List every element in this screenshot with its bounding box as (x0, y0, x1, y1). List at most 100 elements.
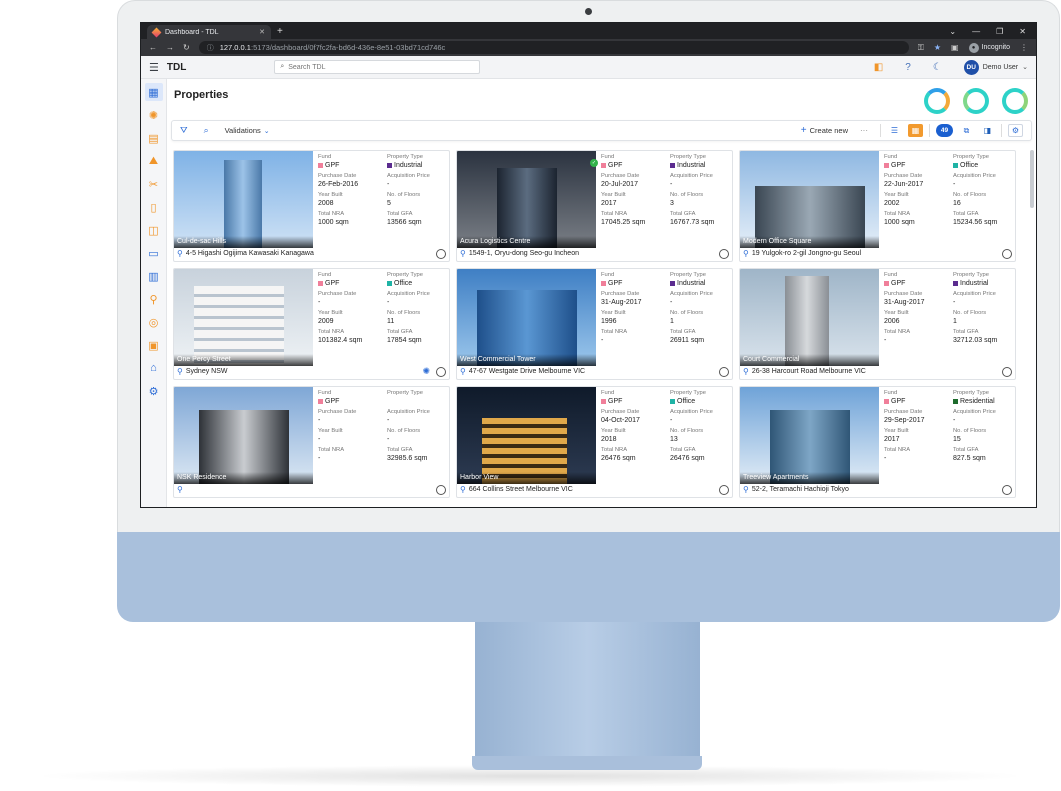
site-info-icon[interactable]: ⓘ (207, 43, 214, 53)
sidebar-item-calendar[interactable]: ▣ (145, 336, 163, 354)
help-icon[interactable]: ? (905, 62, 911, 73)
kpi-ring[interactable] (924, 88, 950, 114)
property-type-value: Office (953, 161, 1015, 170)
sidebar-item-reports[interactable]: ◫ (145, 221, 163, 239)
property-photo[interactable]: One Percy Street (174, 269, 313, 366)
location-pin-icon: ⚲ (460, 485, 466, 494)
property-photo[interactable]: Acura Logistics Centre (457, 151, 596, 248)
property-photo[interactable]: Modern Office Square (740, 151, 879, 248)
hamburger-icon[interactable]: ☰ (149, 61, 159, 74)
app-header: ☰ TDL ⌕ ◧ ? ☾ DU Demo User ⌄ (141, 56, 1036, 79)
settings-icon[interactable]: ⚙ (1008, 124, 1023, 137)
year-built-value: 2008 (318, 200, 334, 207)
notifications-icon[interactable]: ◧ (874, 62, 883, 73)
close-window-icon[interactable]: ✕ (1019, 27, 1026, 36)
property-location: ⚲ 26-38 Harcourt Road Melbourne VIC (743, 366, 1012, 377)
search-icon[interactable]: ⌕ (204, 125, 209, 136)
forward-icon[interactable]: → (166, 43, 174, 52)
property-card[interactable]: Acura Logistics Centre Fund GPF Property … (456, 150, 733, 262)
sidebar-item-dashboard[interactable]: ▦ (144, 83, 163, 101)
select-radio[interactable] (1002, 248, 1012, 259)
copy-icon[interactable]: ⧉ (959, 124, 974, 137)
select-radio[interactable] (719, 248, 729, 259)
document-icon: ▯ (150, 201, 157, 214)
validations-dropdown[interactable]: Validations ⌄ (225, 126, 270, 135)
property-card[interactable]: NSK Residence Fund GPF Property Type Purc… (173, 386, 450, 498)
floors-value: 16 (953, 200, 961, 207)
star-icon[interactable]: ★ (934, 43, 941, 52)
select-radio[interactable] (436, 248, 446, 259)
property-details: Fund GPF Property Type Industrial Purchase… (601, 154, 732, 227)
property-card[interactable]: West Commercial Tower Fund GPF Property T… (456, 268, 733, 380)
property-card[interactable]: Harbor View Fund GPF Property Type Office … (456, 386, 733, 498)
property-photo[interactable]: West Commercial Tower (457, 269, 596, 366)
search-input[interactable] (288, 63, 469, 71)
sidebar-item-buildings[interactable]: ⌂ (145, 359, 163, 377)
property-photo[interactable]: NSK Residence (174, 387, 313, 484)
sidebar-item-payments[interactable]: ◎ (145, 313, 163, 331)
sidepanel-icon[interactable]: ▣ (951, 43, 959, 52)
sidebar-item-documents[interactable]: ▯ (145, 198, 163, 216)
floors-value: 11 (387, 318, 395, 325)
sidebar-item-users[interactable]: ⚲ (145, 290, 163, 308)
property-photo[interactable]: Cul-de-sac Hills (174, 151, 313, 248)
chevron-down-icon[interactable]: ⌄ (949, 27, 956, 36)
sidebar-item-settings[interactable]: ⚙ (145, 382, 163, 400)
property-type-label: Property Type (670, 154, 706, 160)
select-radio[interactable] (436, 484, 446, 495)
user-icon: ⚲ (149, 293, 158, 306)
back-icon[interactable]: ← (149, 43, 157, 52)
purchase-date-value: 22-Jun-2017 (884, 181, 924, 188)
sidebar-item-analytics[interactable]: ✺ (145, 106, 163, 124)
sidebar-item-files[interactable]: ▭ (145, 244, 163, 262)
property-address: 47-67 Westgate Drive Melbourne VIC (468, 368, 586, 375)
property-card[interactable]: One Percy Street Fund GPF Property Type Of… (173, 268, 450, 380)
maximize-icon[interactable]: ❐ (996, 27, 1003, 36)
incognito-badge[interactable]: ● Incognito (968, 42, 1010, 53)
floors-value: - (387, 436, 390, 443)
more-icon[interactable]: ··· (860, 126, 868, 135)
menu-kebab-icon[interactable]: ⋮ (1020, 43, 1028, 52)
scrollbar[interactable] (1030, 150, 1034, 208)
select-radio[interactable] (719, 366, 729, 377)
select-radio[interactable] (436, 366, 446, 377)
property-card[interactable]: Cul-de-sac Hills Fund GPF Property Type In… (173, 150, 450, 262)
create-new-button[interactable]: + Create new (801, 125, 848, 136)
outlook-icon[interactable]: ◨ (980, 124, 995, 137)
acquisition-price-value: - (953, 417, 956, 424)
sidebar-item-tools[interactable]: ✂ (145, 175, 163, 193)
list-view-button[interactable]: ☰ (887, 124, 902, 137)
browser-tab[interactable]: Dashboard - TDL ✕ (147, 25, 271, 39)
sidebar-item-map[interactable]: ▥ (145, 267, 163, 285)
address-bar[interactable]: ⓘ 127.0.0.1:5173/dashboard/0f7fc2fa-bd6d… (198, 41, 909, 54)
filter-icon[interactable]: ⛛ (180, 125, 188, 136)
sidebar-item-finance[interactable]: ▤ (145, 129, 163, 147)
kpi-ring[interactable] (963, 88, 989, 114)
dark-mode-icon[interactable]: ☾ (933, 62, 942, 73)
location-pin-icon: ⚲ (460, 249, 466, 258)
property-photo[interactable]: Harbor View (457, 387, 596, 484)
new-tab-icon[interactable]: + (277, 26, 283, 37)
property-card[interactable]: Court Commercial Fund GPF Property Type In… (739, 268, 1016, 380)
sidebar-item-images[interactable]: ⛰ (145, 152, 163, 170)
floors-label: No. of Floors (670, 428, 704, 434)
property-card[interactable]: Treeview Apartments Fund GPF Property Typ… (739, 386, 1016, 498)
property-photo[interactable]: Court Commercial (740, 269, 879, 366)
select-radio[interactable] (1002, 484, 1012, 495)
grid-view-button[interactable]: ▦ (908, 124, 923, 137)
select-radio[interactable] (719, 484, 729, 495)
key-icon[interactable]: ⚿ (918, 43, 924, 53)
user-menu[interactable]: DU Demo User ⌄ (963, 59, 1028, 75)
reload-icon[interactable]: ↻ (183, 43, 190, 52)
nra-value: 17045.25 sqm (601, 219, 646, 226)
kpi-ring[interactable] (1002, 88, 1028, 114)
property-type-label: Property Type (387, 390, 423, 396)
minimize-icon[interactable]: — (972, 27, 980, 36)
property-type-value: Industrial (953, 279, 1015, 288)
property-photo[interactable]: Treeview Apartments (740, 387, 879, 484)
tools-icon: ✂ (148, 178, 159, 191)
property-card[interactable]: Modern Office Square Fund GPF Property Ty… (739, 150, 1016, 262)
global-search[interactable]: ⌕ (274, 60, 481, 74)
close-tab-icon[interactable]: ✕ (259, 28, 265, 36)
select-radio[interactable] (1002, 366, 1012, 377)
